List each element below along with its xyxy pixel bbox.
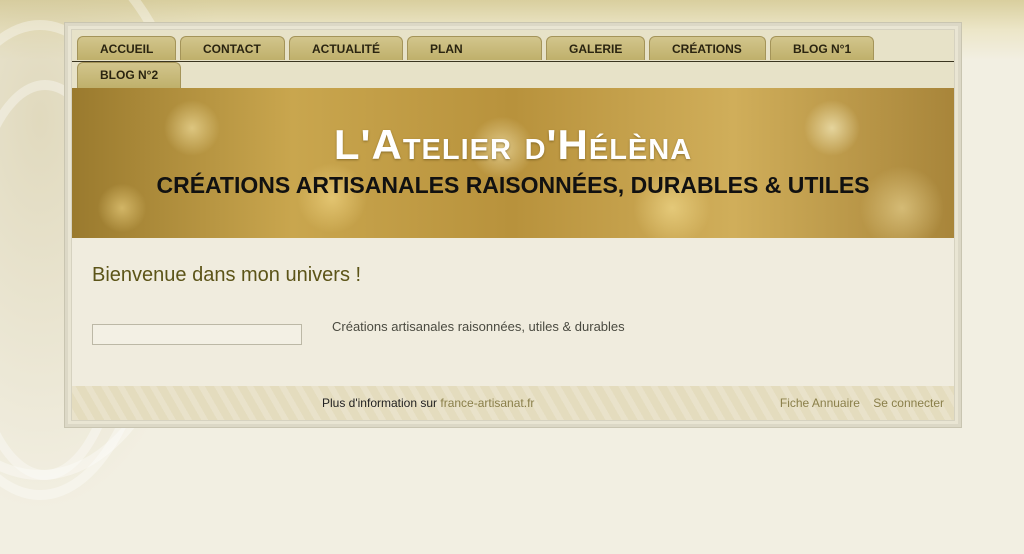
nav-divider	[72, 61, 954, 62]
site-frame: ACCUEIL CONTACT ACTUALITÉ PLAN GALERIE C…	[64, 22, 962, 428]
fiche-annuaire-link[interactable]: Fiche Annuaire	[780, 396, 860, 410]
page-title: Bienvenue dans mon univers !	[92, 264, 362, 286]
tab-creations[interactable]: CRÉATIONS	[649, 36, 766, 60]
intro-text: Créations artisanales raisonnées, utiles…	[332, 319, 625, 334]
login-link[interactable]: Se connecter	[873, 396, 944, 410]
main-navigation: ACCUEIL CONTACT ACTUALITÉ PLAN GALERIE C…	[72, 30, 954, 88]
footer-info-prefix: Plus d'information sur	[322, 396, 438, 410]
site-container: ACCUEIL CONTACT ACTUALITÉ PLAN GALERIE C…	[71, 29, 955, 421]
site-title[interactable]: L'Atelier d'Hélèna	[72, 122, 954, 168]
france-artisanat-link[interactable]: france-artisanat.fr	[440, 396, 534, 410]
tab-blog-2[interactable]: BLOG N°2	[77, 62, 181, 88]
tab-actualite[interactable]: ACTUALITÉ	[289, 36, 403, 60]
tab-plan[interactable]: PLAN	[407, 36, 542, 60]
search-input[interactable]	[92, 324, 302, 345]
tab-accueil[interactable]: ACCUEIL	[77, 36, 176, 60]
footer-links: Fiche Annuaire Se connecter	[770, 396, 944, 410]
tab-contact[interactable]: CONTACT	[180, 36, 285, 60]
footer: Plus d'information sur france-artisanat.…	[72, 386, 954, 420]
header-banner: L'Atelier d'Hélèna CRÉATIONS ARTISANALES…	[72, 88, 954, 238]
footer-info: Plus d'information sur france-artisanat.…	[322, 396, 534, 410]
tab-galerie[interactable]: GALERIE	[546, 36, 645, 60]
site-subtitle: CRÉATIONS ARTISANALES RAISONNÉES, DURABL…	[156, 172, 870, 198]
tab-blog-1[interactable]: BLOG N°1	[770, 36, 874, 60]
